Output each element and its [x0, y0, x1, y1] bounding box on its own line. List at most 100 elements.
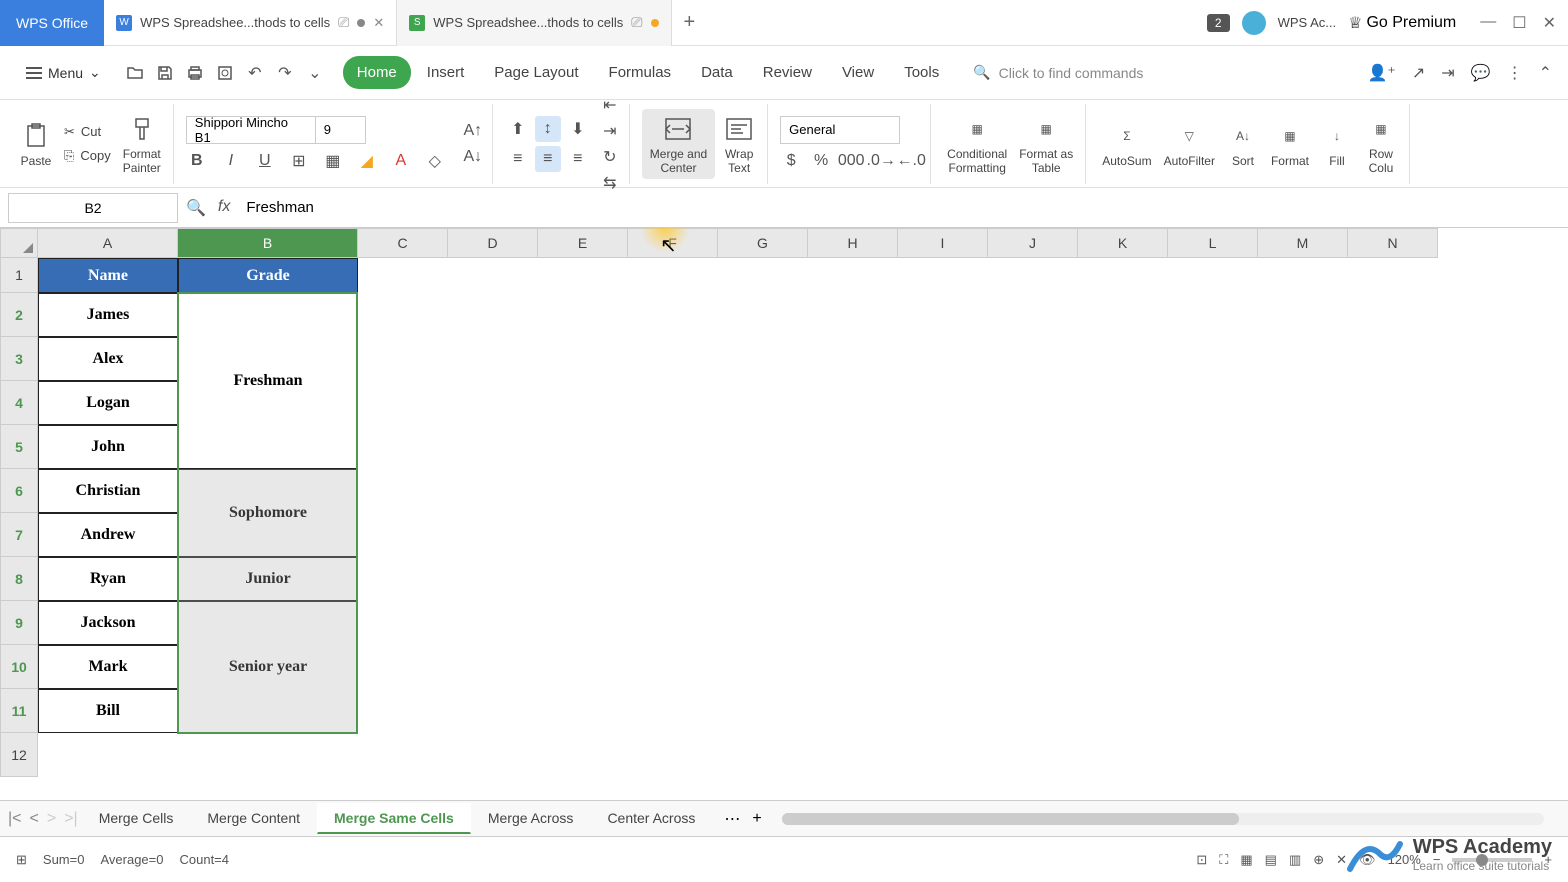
first-sheet-button[interactable]: |< [8, 810, 22, 828]
name-box[interactable]: B2 [8, 193, 178, 223]
settings-icon[interactable]: ⇥ [1441, 63, 1454, 83]
cell-A10[interactable]: Mark [38, 645, 178, 689]
column-header-K[interactable]: K [1078, 228, 1168, 258]
document-tab-1[interactable]: W WPS Spreadshee...thods to cells ⎚ ✕ [104, 0, 397, 46]
cell-A9[interactable]: Jackson [38, 601, 178, 645]
font-size-select[interactable]: 9 [316, 116, 366, 144]
percent-button[interactable]: % [810, 150, 832, 172]
format-button[interactable]: ▦ Format [1267, 116, 1313, 172]
row-header-12[interactable]: 12 [0, 733, 38, 777]
view-icon-2[interactable]: ⛶ [1219, 852, 1228, 868]
row-header-11[interactable]: 11 [0, 689, 38, 733]
column-header-M[interactable]: M [1258, 228, 1348, 258]
horizontal-scrollbar[interactable] [782, 813, 1544, 825]
share-icon[interactable]: 👤⁺ [1367, 63, 1395, 83]
row-col-button[interactable]: ▦ Row Colu [1361, 109, 1401, 179]
row-header-5[interactable]: 5 [0, 425, 38, 469]
cell-A7[interactable]: Andrew [38, 513, 178, 557]
font-color-button[interactable]: A [390, 150, 412, 172]
close-tab-icon[interactable]: ✕ [373, 15, 384, 31]
increase-font-button[interactable]: A↑ [462, 120, 484, 142]
underline-button[interactable]: U [254, 150, 276, 172]
column-header-H[interactable]: H [808, 228, 898, 258]
new-tab-button[interactable]: + [672, 11, 708, 34]
column-header-D[interactable]: D [448, 228, 538, 258]
text-direction-button[interactable]: ⇆ [599, 172, 621, 194]
select-all-corner[interactable] [0, 228, 38, 258]
cell-A3[interactable]: Alex [38, 337, 178, 381]
orientation-button[interactable]: ↻ [599, 146, 621, 168]
export-icon[interactable]: ↗ [1412, 63, 1425, 83]
italic-button[interactable]: I [220, 150, 242, 172]
align-middle-button[interactable]: ↕ [535, 116, 561, 142]
align-bottom-button[interactable]: ⬇ [565, 116, 591, 142]
cell-B2-merged[interactable]: Freshman [178, 293, 358, 469]
cell-B9-merged[interactable]: Senior year [178, 601, 358, 733]
cell-A8[interactable]: Ryan [38, 557, 178, 601]
tab-formulas[interactable]: Formulas [595, 56, 686, 89]
cell-A5[interactable]: John [38, 425, 178, 469]
maximize-button[interactable]: ☐ [1512, 13, 1526, 33]
autofilter-button[interactable]: ▽ AutoFilter [1160, 116, 1219, 172]
sheet-tab-merge-cells[interactable]: Merge Cells [82, 803, 191, 834]
clear-format-button[interactable]: ◇ [424, 150, 446, 172]
sort-button[interactable]: A↓ Sort [1223, 116, 1263, 172]
tab-page-layout[interactable]: Page Layout [480, 56, 592, 89]
sheet-tab-merge-same-cells[interactable]: Merge Same Cells [317, 803, 471, 834]
sheet-tab-merge-content[interactable]: Merge Content [190, 803, 317, 834]
font-name-select[interactable]: Shippori Mincho B1 [186, 116, 316, 144]
row-header-4[interactable]: 4 [0, 381, 38, 425]
sheet-tab-merge-across[interactable]: Merge Across [471, 803, 591, 834]
currency-button[interactable]: $ [780, 150, 802, 172]
column-header-I[interactable]: I [898, 228, 988, 258]
view-icon-1[interactable]: ⊡ [1196, 852, 1207, 868]
comment-icon[interactable]: 💬 [1471, 63, 1491, 83]
wrap-text-button[interactable]: Wrap Text [719, 109, 759, 179]
comma-button[interactable]: 000 [840, 150, 862, 172]
save-icon[interactable] [153, 61, 177, 85]
minimize-button[interactable]: — [1480, 13, 1496, 33]
increase-decimal-button[interactable]: .0→ [870, 150, 892, 172]
cell-A2[interactable]: James [38, 293, 178, 337]
command-search[interactable]: 🔍 Click to find commands [973, 64, 1143, 81]
cut-button[interactable]: ✂Cut [60, 122, 115, 142]
cell-B1[interactable]: Grade [178, 258, 358, 293]
column-header-A[interactable]: A [38, 228, 178, 258]
bold-button[interactable]: B [186, 150, 208, 172]
column-header-E[interactable]: E [538, 228, 628, 258]
tab-review[interactable]: Review [749, 56, 826, 89]
column-header-B[interactable]: B [178, 228, 358, 258]
open-icon[interactable] [123, 61, 147, 85]
increase-indent-button[interactable]: ⇥ [599, 120, 621, 142]
collapse-ribbon-icon[interactable]: ⌃ [1539, 63, 1552, 83]
row-header-3[interactable]: 3 [0, 337, 38, 381]
print-icon[interactable] [183, 61, 207, 85]
tab-home[interactable]: Home [343, 56, 411, 89]
user-avatar[interactable] [1242, 11, 1266, 35]
sheet-tab-center-across[interactable]: Center Across [590, 803, 712, 834]
cell-A6[interactable]: Christian [38, 469, 178, 513]
row-header-7[interactable]: 7 [0, 513, 38, 557]
align-top-button[interactable]: ⬆ [505, 116, 531, 142]
row-header-1[interactable]: 1 [0, 258, 38, 293]
column-header-L[interactable]: L [1168, 228, 1258, 258]
autosum-button[interactable]: Σ AutoSum [1098, 116, 1155, 172]
print-preview-icon[interactable] [213, 61, 237, 85]
fill-button[interactable]: ↓ Fill [1317, 116, 1357, 172]
cell-B8-merged[interactable]: Junior [178, 557, 358, 601]
prev-sheet-button[interactable]: < [30, 810, 39, 828]
row-header-9[interactable]: 9 [0, 601, 38, 645]
format-painter-button[interactable]: Format Painter [119, 109, 165, 179]
row-header-6[interactable]: 6 [0, 469, 38, 513]
notification-badge[interactable]: 2 [1207, 14, 1230, 32]
fill-color-button[interactable]: ◢ [356, 150, 378, 172]
cell-A4[interactable]: Logan [38, 381, 178, 425]
column-header-C[interactable]: C [358, 228, 448, 258]
align-right-button[interactable]: ≡ [565, 146, 591, 172]
spreadsheet-grid[interactable]: ABCDEFGHIJKLMN 123456789101112 NameGrade… [0, 228, 1568, 778]
undo-icon[interactable]: ↶ [243, 61, 267, 85]
last-sheet-button[interactable]: >| [64, 810, 78, 828]
column-header-J[interactable]: J [988, 228, 1078, 258]
formula-input[interactable]: Freshman [238, 195, 1560, 220]
document-tab-2[interactable]: S WPS Spreadshee...thods to cells ⎚ [397, 0, 671, 46]
